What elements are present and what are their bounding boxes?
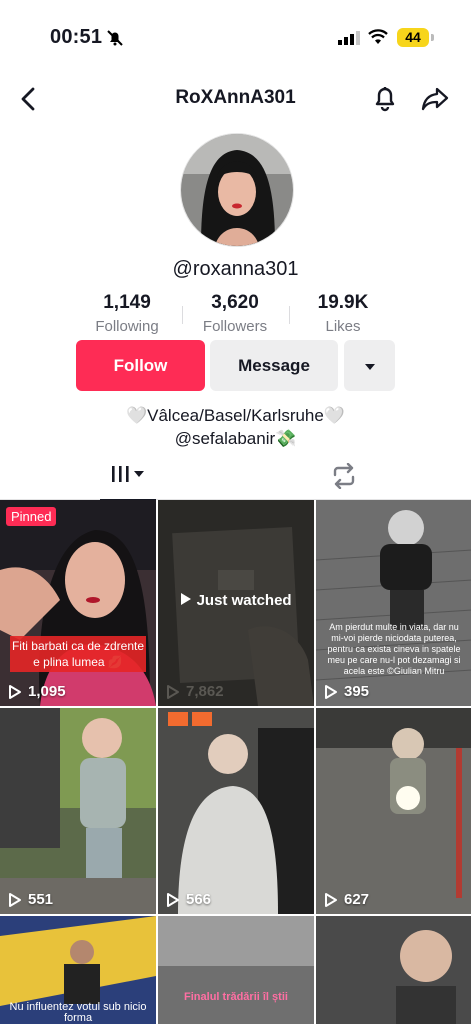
cellular-signal-icon [338,31,360,50]
profile-stats: 1,149 Following 3,620 Followers 19.9K Li… [0,292,471,336]
play-icon [9,684,21,699]
likes-count: 19.9K [317,292,369,313]
video-thumbnail[interactable]: Pinned Fiti barbati ca de zdrente e plin… [0,500,156,706]
battery-indicator: 44 [397,28,429,47]
view-count: 566 [166,891,211,908]
tab-reposts[interactable] [330,462,358,494]
video-thumbnail[interactable]: Nu influentez votul sub nicio forma [0,916,156,1024]
repost-icon [333,462,355,490]
play-icon [325,684,337,699]
view-count: 551 [8,891,53,908]
profile-tabs [0,455,471,501]
video-grid-icon [112,466,144,482]
video-caption: Fiti barbati ca de zdrente e plina lumea… [10,636,146,672]
following-label: Following [95,318,159,335]
view-count: 7,862 [166,683,224,700]
pinned-badge: Pinned [6,507,57,526]
play-filled-icon [181,593,192,605]
status-bar: 00:51 44 [0,0,471,74]
video-thumbnail[interactable] [316,916,471,1024]
video-thumbnail[interactable]: 551 [0,708,156,914]
view-count-value: 7,862 [186,683,224,700]
followers-label: Followers [202,318,268,335]
view-count: 395 [324,683,369,700]
play-icon [167,892,179,907]
video-thumbnail[interactable]: Just watched 7,862 [158,500,314,706]
caret-down-icon [363,356,377,375]
profile-bio: 🤍Vâlcea/Basel/Karlsruhe🤍 @sefalabanir💸 [0,404,471,450]
play-icon [9,892,21,907]
play-icon [167,684,179,699]
following-stat[interactable]: 1,149 Following [67,292,187,335]
tab-videos[interactable] [100,455,156,501]
view-count-value: 566 [186,891,212,908]
just-watched-text: Just watched [196,592,292,609]
likes-stat[interactable]: 19.9K Likes [283,292,403,335]
wifi-icon [368,29,388,50]
profile-avatar[interactable] [180,133,294,247]
video-thumbnail[interactable]: Finalul trădării îl știi [158,916,314,1024]
view-count-value: 551 [28,891,54,908]
video-caption: Nu influentez votul sub nicio forma [9,1001,147,1024]
view-count-value: 627 [344,891,370,908]
share-arrow-icon[interactable] [420,86,450,117]
battery-tip [431,34,434,41]
followers-count: 3,620 [211,292,259,313]
message-button[interactable]: Message [210,340,338,391]
view-count-value: 395 [344,683,370,700]
play-icon [325,892,337,907]
video-thumbnail[interactable]: Am pierdut multe in viata, dar nu mi-voi… [316,500,471,706]
following-count: 1,149 [103,292,151,313]
bio-mention[interactable]: @sefalabanir💸 [0,427,471,450]
video-thumbnail[interactable]: 627 [316,708,471,914]
follow-button[interactable]: Follow [76,340,205,391]
page-title: RoXAnnA301 [175,87,296,108]
mute-bell-icon [106,29,124,52]
view-count: 1,095 [8,683,66,700]
profile-nav-bar: RoXAnnA301 [0,78,471,122]
status-time: 00:51 [50,26,103,48]
profile-username: @roxanna301 [172,258,299,280]
more-options-button[interactable] [344,340,395,391]
bio-location: 🤍Vâlcea/Basel/Karlsruhe🤍 [125,406,346,425]
notification-bell-icon[interactable] [372,84,398,117]
likes-label: Likes [325,318,361,335]
view-count-value: 1,095 [28,683,66,700]
just-watched-label: Just watched [158,592,314,609]
view-count: 627 [324,891,369,908]
video-thumbnail[interactable]: 566 [158,708,314,914]
video-caption: Finalul trădării îl știi [184,991,288,1003]
video-caption: Am pierdut multe in viata, dar nu mi-voi… [327,622,461,676]
followers-stat[interactable]: 3,620 Followers [175,292,295,335]
